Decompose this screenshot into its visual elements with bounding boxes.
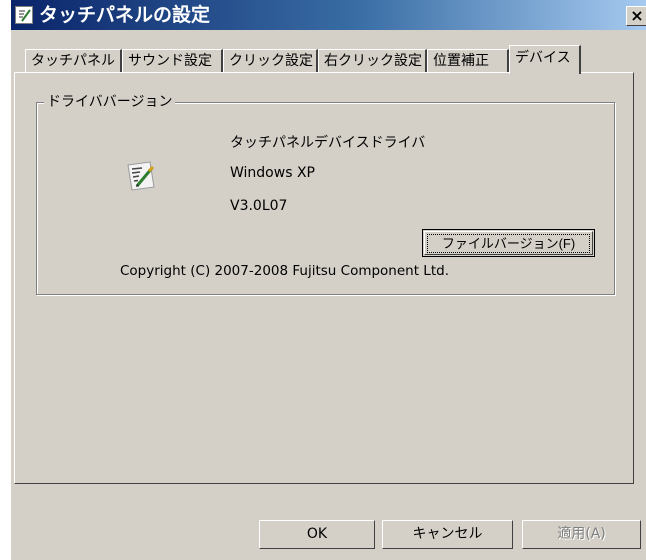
- driver-name: タッチパネルデバイスドライバ: [230, 135, 426, 151]
- tab-right-click-settings[interactable]: 右クリック設定: [318, 49, 427, 73]
- tab-position-correction[interactable]: 位置補正: [427, 49, 509, 73]
- cancel-button[interactable]: キャンセル: [382, 520, 513, 549]
- os-name: Windows XP: [230, 165, 315, 181]
- tab-device[interactable]: デバイス: [509, 45, 581, 74]
- tab-sound-settings[interactable]: サウンド設定: [122, 49, 223, 73]
- file-version-button[interactable]: ファイルバージョン(F): [422, 229, 595, 257]
- apply-button[interactable]: 適用(A): [522, 520, 641, 549]
- file-version-button-label: ファイルバージョン(F): [427, 234, 590, 253]
- driver-version: V3.0L07: [230, 198, 288, 214]
- copyright-text: Copyright (C) 2007-2008 Fujitsu Componen…: [120, 263, 449, 279]
- close-button[interactable]: ×: [626, 6, 646, 26]
- tab-touch-panel[interactable]: タッチパネル: [25, 49, 122, 73]
- title-bar[interactable]: タッチパネルの設定: [11, 0, 646, 30]
- window-title: タッチパネルの設定: [39, 4, 211, 26]
- tab-click-settings[interactable]: クリック設定: [223, 49, 318, 73]
- notepad-pen-icon: [124, 159, 158, 193]
- ok-button[interactable]: OK: [259, 520, 375, 549]
- driver-version-legend: ドライババージョン: [44, 93, 176, 111]
- close-icon: ×: [630, 6, 644, 25]
- app-icon-small: [15, 6, 33, 24]
